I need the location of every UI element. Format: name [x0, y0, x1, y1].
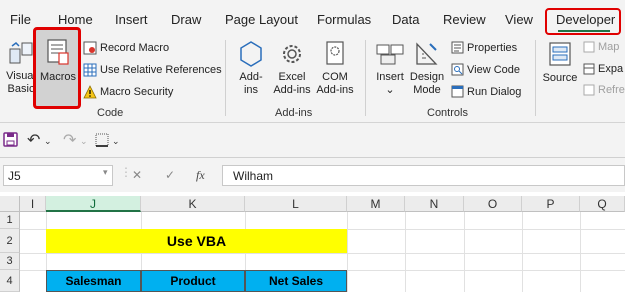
code-group-label: Code — [97, 107, 124, 119]
formula-bar: J5 ▾ ⋮ ✕ ✓ fx Wilham — [0, 158, 625, 192]
column-header[interactable]: N — [405, 196, 464, 212]
macros-highlight-box — [33, 27, 81, 109]
tab-formulas[interactable]: Formulas — [317, 12, 371, 27]
run-dialog-icon — [451, 85, 464, 98]
source-button[interactable]: Source — [541, 72, 579, 85]
source-icon — [549, 42, 571, 66]
header-cell-salesman[interactable]: Salesman — [46, 270, 141, 292]
map-properties-button[interactable]: Map — [598, 41, 619, 54]
gridline — [347, 212, 348, 292]
undo-dropdown-chevron-icon[interactable]: ⌄ — [44, 136, 52, 147]
excel-addins-gear-icon — [283, 45, 301, 63]
name-box-dropdown-icon[interactable]: ▾ — [103, 167, 108, 178]
gridline — [522, 212, 523, 292]
formula-input[interactable]: Wilham — [222, 165, 625, 186]
more-options-icon: ⋮ — [120, 165, 132, 179]
header-cell-net-sales[interactable]: Net Sales — [245, 270, 347, 292]
record-macro-button[interactable]: Record Macro — [100, 42, 169, 55]
column-header[interactable]: K — [141, 196, 245, 212]
use-relative-references-button[interactable]: Use Relative References — [100, 64, 222, 77]
column-header[interactable]: I — [20, 196, 46, 212]
addins-button[interactable]: Add- ins — [234, 71, 268, 97]
relative-references-icon — [83, 63, 97, 77]
column-header[interactable]: P — [522, 196, 580, 212]
addins-icon — [240, 41, 262, 67]
save-icon[interactable] — [3, 132, 18, 147]
visual-basic-icon — [9, 42, 33, 64]
macro-security-button[interactable]: Macro Security — [100, 86, 173, 99]
tab-insert[interactable]: Insert — [115, 12, 148, 27]
tab-data[interactable]: Data — [392, 12, 419, 27]
properties-icon — [451, 41, 464, 54]
developer-tab-highlight — [545, 8, 621, 35]
tab-draw[interactable]: Draw — [171, 12, 201, 27]
select-all-corner[interactable] — [0, 196, 20, 212]
enter-icon[interactable]: ✓ — [165, 168, 175, 182]
quick-access-toolbar: ↶ ⌄ ↷ ⌄ ⌄ — [0, 123, 625, 158]
name-box[interactable]: J5 — [3, 165, 113, 186]
row-header[interactable]: 4 — [0, 270, 20, 292]
record-macro-icon — [83, 41, 97, 55]
expansion-packs-icon — [583, 63, 595, 75]
refresh-data-button[interactable]: Refre — [598, 84, 625, 97]
addins-group-label: Add-ins — [275, 107, 313, 119]
worksheet-grid[interactable]: I J K L M N O P Q 1 2 3 4 Use VBA Salesm… — [0, 196, 625, 292]
properties-button[interactable]: Properties — [467, 42, 517, 55]
chevron-down-icon: ⌄ — [385, 84, 395, 96]
title-cell[interactable]: Use VBA — [46, 229, 347, 253]
expansion-packs-button[interactable]: Expa — [598, 63, 623, 76]
design-mode-button[interactable]: Design Mode — [408, 71, 446, 97]
map-properties-icon — [583, 41, 595, 53]
redo-icon[interactable]: ↷ — [63, 130, 76, 150]
warning-icon — [83, 85, 97, 99]
row-header[interactable]: 3 — [0, 253, 20, 270]
design-mode-icon — [416, 42, 438, 65]
insert-function-icon[interactable]: fx — [196, 168, 205, 183]
tab-page-layout[interactable]: Page Layout — [225, 12, 298, 27]
column-header[interactable]: Q — [580, 196, 625, 212]
customize-toolbar-chevron-icon[interactable]: ⌄ — [112, 136, 120, 147]
view-code-icon — [451, 63, 464, 76]
group-separator — [225, 40, 226, 116]
insert-controls-icon — [376, 44, 404, 65]
tab-file[interactable]: File — [10, 12, 31, 27]
tab-home[interactable]: Home — [58, 12, 93, 27]
group-separator — [535, 40, 536, 116]
column-header[interactable]: L — [245, 196, 347, 212]
header-cell-product[interactable]: Product — [141, 270, 245, 292]
tab-view[interactable]: View — [505, 12, 533, 27]
undo-icon[interactable]: ↶ — [27, 130, 40, 150]
controls-group-label: Controls — [427, 107, 468, 119]
group-separator — [365, 40, 366, 116]
column-header-selected[interactable]: J — [46, 196, 141, 212]
column-header[interactable]: O — [464, 196, 522, 212]
cancel-icon[interactable]: ✕ — [132, 168, 142, 182]
insert-controls-button[interactable]: Insert ⌄ — [372, 71, 408, 97]
column-header[interactable]: M — [347, 196, 405, 212]
view-code-button[interactable]: View Code — [467, 64, 520, 77]
com-addins-button[interactable]: COM Add-ins — [314, 71, 356, 97]
ribbon: Visual Basic Macros Record Macro Use Rel… — [0, 27, 625, 123]
gridline — [464, 212, 465, 292]
tab-review[interactable]: Review — [443, 12, 486, 27]
refresh-data-icon — [583, 84, 595, 96]
com-addins-icon — [326, 41, 344, 65]
gridline — [405, 212, 406, 292]
row-header[interactable]: 1 — [0, 212, 20, 229]
redo-dropdown-chevron-icon[interactable]: ⌄ — [80, 136, 88, 147]
run-dialog-button[interactable]: Run Dialog — [467, 86, 521, 99]
gridline — [20, 253, 625, 254]
gridline — [580, 212, 581, 292]
excel-addins-button[interactable]: Excel Add-ins — [271, 71, 313, 97]
row-header[interactable]: 2 — [0, 229, 20, 253]
borders-icon[interactable] — [95, 133, 109, 147]
ribbon-tab-bar: File Home Insert Draw Page Layout Formul… — [0, 0, 625, 36]
